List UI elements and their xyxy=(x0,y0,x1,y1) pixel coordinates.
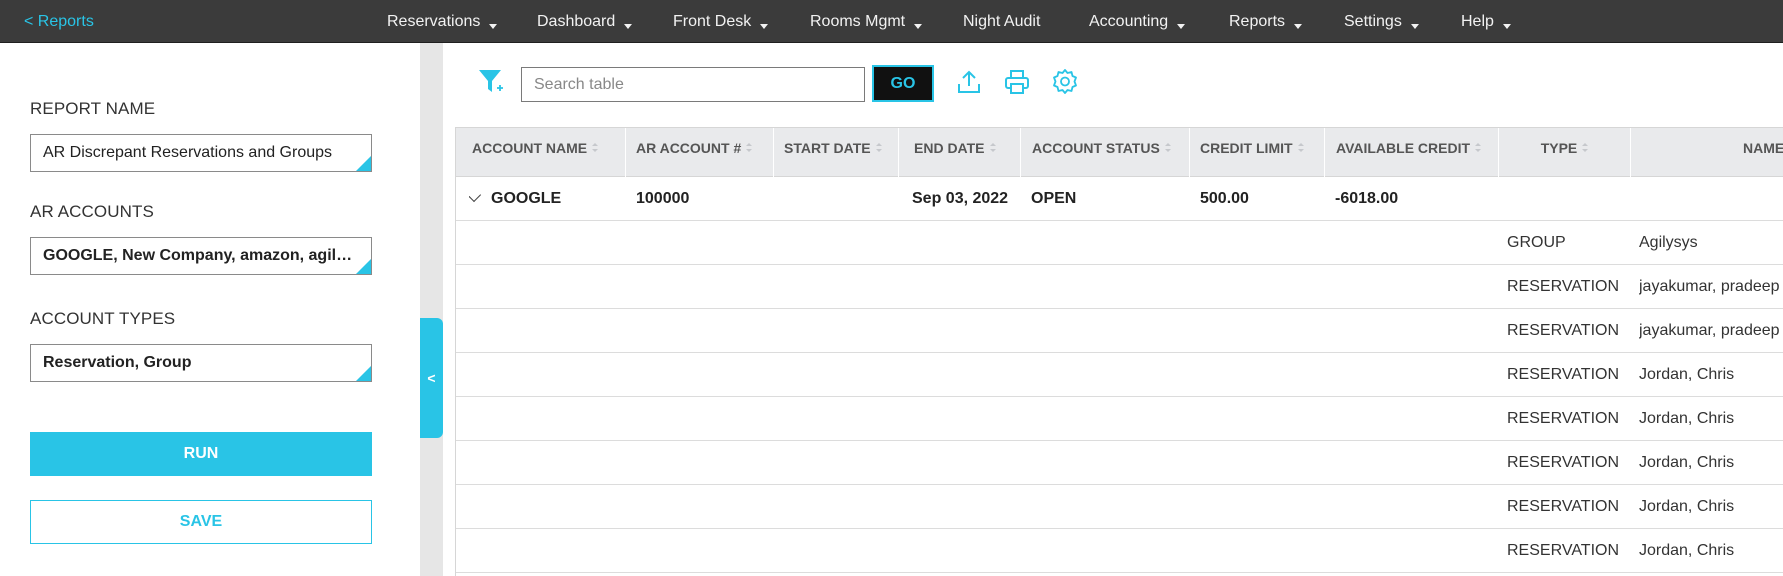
column-header-type[interactable]: TYPE xyxy=(1499,128,1631,177)
sort-icon xyxy=(746,143,753,152)
dropdown-corner-icon xyxy=(356,156,371,171)
back-to-reports-link[interactable]: < Reports xyxy=(24,13,94,31)
go-button[interactable]: GO xyxy=(872,65,934,102)
report-table: ACCOUNT NAME AR ACCOUNT # START DATE END… xyxy=(455,127,1783,576)
type-cell: RESERVATION xyxy=(1507,278,1620,295)
panel-divider xyxy=(420,43,443,576)
name-cell: Jordan, Chris xyxy=(1639,366,1735,383)
table-row[interactable]: RESERVATION jayakumar, pradeep xyxy=(456,309,1783,353)
column-header-account-name[interactable]: ACCOUNT NAME xyxy=(456,128,626,177)
name-cell: Agilysys xyxy=(1639,234,1698,251)
account-types-select[interactable]: Reservation, Group xyxy=(30,344,372,382)
type-cell: GROUP xyxy=(1507,234,1566,251)
type-cell: RESERVATION xyxy=(1507,498,1620,515)
table-row[interactable]: RESERVATION Jordan, Chris xyxy=(456,441,1783,485)
export-icon[interactable] xyxy=(952,65,986,99)
column-header-start-date[interactable]: START DATE xyxy=(774,128,899,177)
column-header-account-status[interactable]: ACCOUNT STATUS xyxy=(1021,128,1190,177)
chevron-down-icon xyxy=(1410,24,1419,29)
nav-item-night-audit[interactable]: Night Audit xyxy=(963,13,1040,31)
report-name-label: REPORT NAME xyxy=(30,99,156,118)
available-credit-cell: -6018.00 xyxy=(1335,190,1399,207)
chevron-down-icon xyxy=(1294,24,1303,29)
chevron-down-icon xyxy=(914,24,923,29)
ar-accounts-select[interactable]: GOOGLE, New Company, amazon, agilysys, T… xyxy=(30,237,372,275)
table-row[interactable]: RESERVATION Jordan, Chris xyxy=(456,485,1783,529)
sort-icon xyxy=(875,143,882,152)
top-nav: < Reports Reservations Dashboard Front D… xyxy=(0,0,1783,43)
chevron-down-icon xyxy=(760,24,769,29)
name-cell: Jordan, Chris xyxy=(1639,498,1735,515)
name-cell: jayakumar, pradeep xyxy=(1639,322,1780,339)
end-date-cell: Sep 03, 2022 xyxy=(912,190,1009,207)
account-group-row[interactable]: GOOGLE 100000 Sep 03, 2022 OPEN 500.00 -… xyxy=(456,177,1783,221)
chevron-down-icon xyxy=(624,24,633,29)
sort-icon xyxy=(1475,143,1482,152)
dropdown-corner-icon xyxy=(356,366,371,381)
table-header: ACCOUNT NAME AR ACCOUNT # START DATE END… xyxy=(456,127,1783,177)
name-cell: Jordan, Chris xyxy=(1639,454,1735,471)
name-cell: Jordan, Chris xyxy=(1639,410,1735,427)
filter-add-icon[interactable] xyxy=(474,65,508,99)
table-row[interactable]: RESERVATION jayakumar, pradeep xyxy=(456,265,1783,309)
nav-item-reservations[interactable]: Reservations xyxy=(387,13,498,31)
dropdown-corner-icon xyxy=(356,259,371,274)
search-input[interactable] xyxy=(521,67,865,102)
nav-item-reports[interactable]: Reports xyxy=(1229,13,1303,31)
chevron-down-icon[interactable] xyxy=(469,187,482,203)
collapse-panel-button[interactable]: < xyxy=(420,318,443,438)
type-cell: RESERVATION xyxy=(1507,366,1620,383)
column-header-name[interactable]: NAME xyxy=(1631,128,1783,177)
report-filter-panel: REPORT NAME AR Discrepant Reservations a… xyxy=(0,43,420,576)
nav-item-help[interactable]: Help xyxy=(1461,13,1511,31)
type-cell: RESERVATION xyxy=(1507,410,1620,427)
ar-accounts-label: AR ACCOUNTS xyxy=(30,202,154,221)
column-header-end-date[interactable]: END DATE xyxy=(899,128,1021,177)
print-icon[interactable] xyxy=(1000,65,1034,99)
nav-item-settings[interactable]: Settings xyxy=(1344,13,1419,31)
account-types-label: ACCOUNT TYPES xyxy=(30,309,176,328)
table-row[interactable]: RESERVATION Jordan, Chris xyxy=(456,397,1783,441)
sort-icon xyxy=(1297,143,1304,152)
nav-item-front-desk[interactable]: Front Desk xyxy=(673,13,769,31)
sort-icon xyxy=(1164,143,1171,152)
table-row[interactable]: RESERVATION Jordan, Chris xyxy=(456,529,1783,573)
chevron-down-icon xyxy=(1177,24,1186,29)
gear-icon[interactable] xyxy=(1048,65,1082,99)
column-header-credit-limit[interactable]: CREDIT LIMIT xyxy=(1190,128,1325,177)
nav-item-dashboard[interactable]: Dashboard xyxy=(537,13,633,31)
column-header-available-credit[interactable]: AVAILABLE CREDIT xyxy=(1325,128,1499,177)
report-name-select[interactable]: AR Discrepant Reservations and Groups xyxy=(30,134,372,172)
sort-icon xyxy=(989,143,996,152)
name-cell: Jordan, Chris xyxy=(1639,542,1735,559)
nav-item-accounting[interactable]: Accounting xyxy=(1089,13,1186,31)
account-status-cell: OPEN xyxy=(1031,190,1077,207)
chevron-down-icon xyxy=(489,24,498,29)
chevron-down-icon xyxy=(1502,24,1511,29)
sort-icon xyxy=(1582,143,1589,152)
sort-icon xyxy=(592,143,599,152)
ar-account-cell: 100000 xyxy=(636,190,690,207)
column-header-ar-account[interactable]: AR ACCOUNT # xyxy=(626,128,774,177)
name-cell: jayakumar, pradeep xyxy=(1639,278,1780,295)
account-name-cell: GOOGLE xyxy=(469,177,561,220)
type-cell: RESERVATION xyxy=(1507,322,1620,339)
table-row[interactable]: RESERVATION Jordan, Chris xyxy=(456,353,1783,397)
table-row[interactable]: GROUP Agilysys xyxy=(456,221,1783,265)
run-button[interactable]: RUN xyxy=(30,432,372,476)
nav-item-rooms-mgmt[interactable]: Rooms Mgmt xyxy=(810,13,923,31)
type-cell: RESERVATION xyxy=(1507,542,1620,559)
type-cell: RESERVATION xyxy=(1507,454,1620,471)
save-button[interactable]: SAVE xyxy=(30,500,372,544)
credit-limit-cell: 500.00 xyxy=(1200,190,1249,207)
